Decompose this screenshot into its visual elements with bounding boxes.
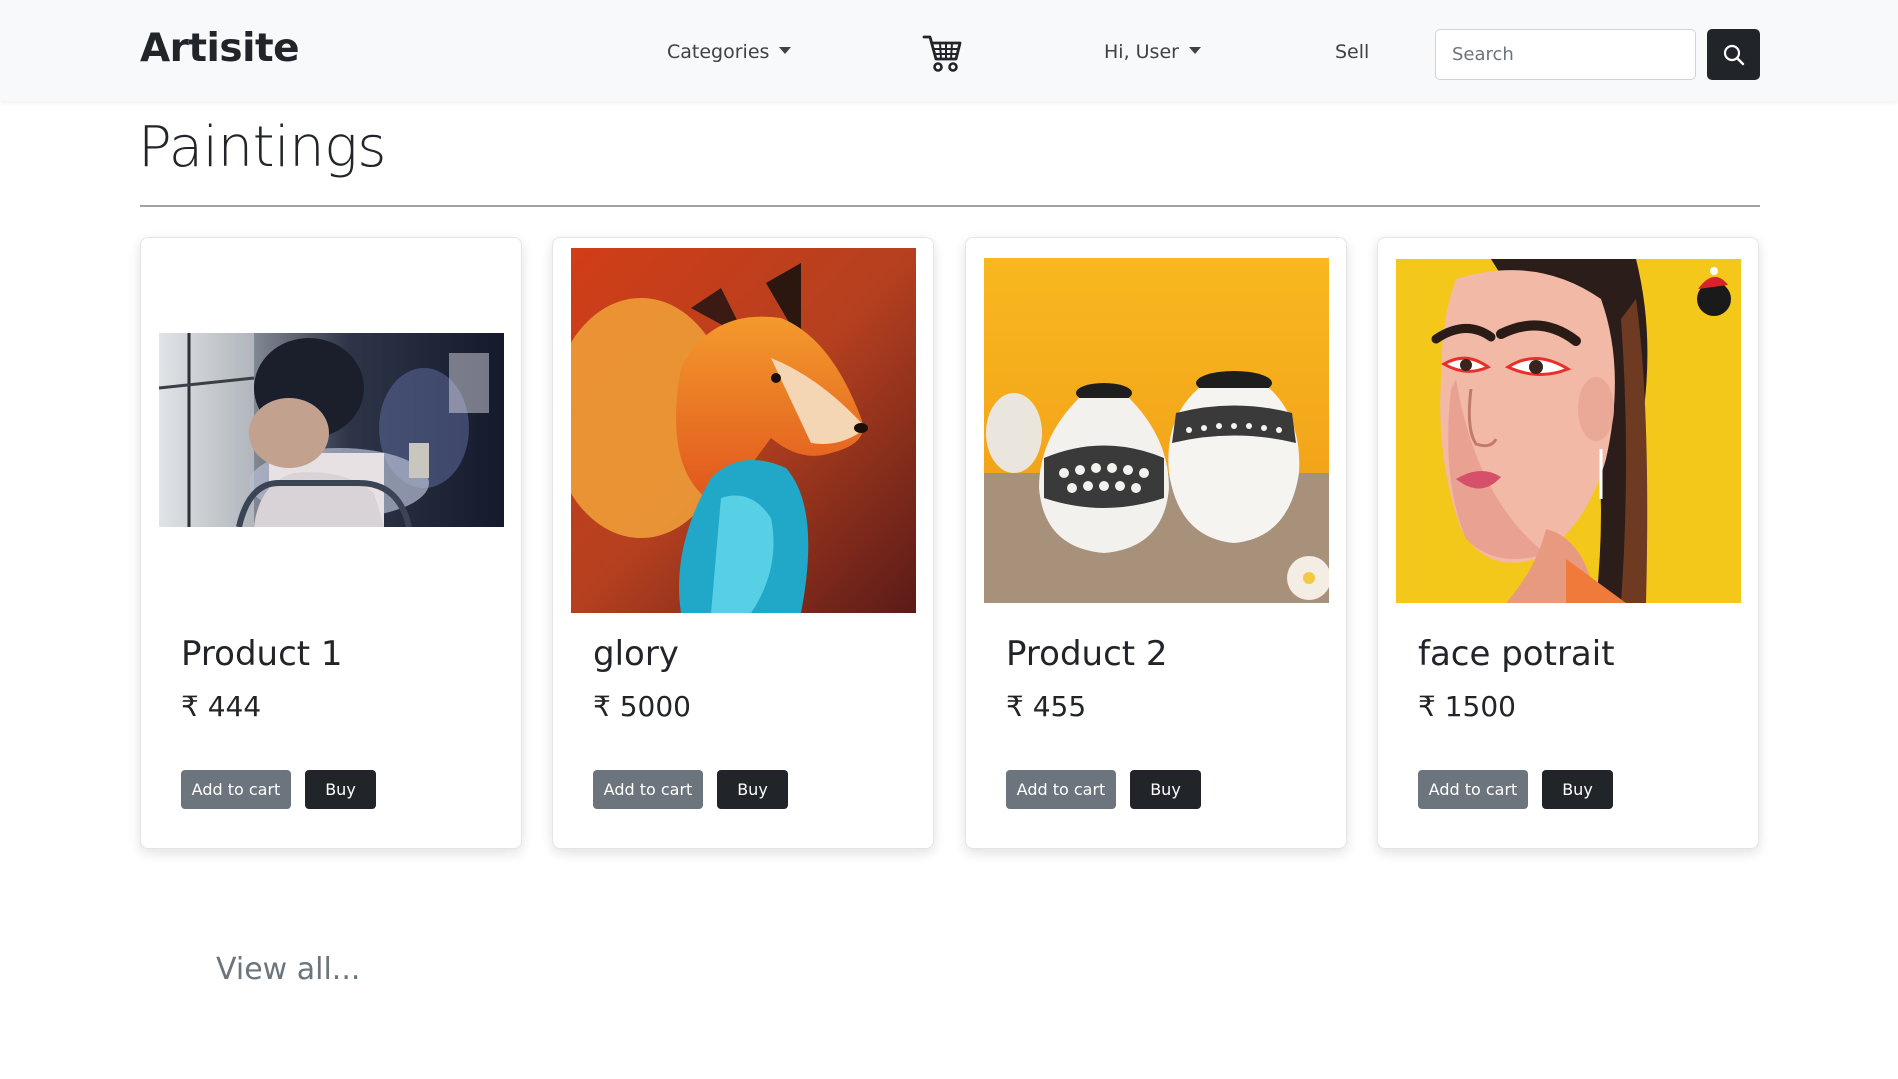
categories-dropdown[interactable]: Categories <box>667 41 792 63</box>
buy-button[interactable]: Buy <box>1542 770 1613 809</box>
product-title[interactable]: face potrait <box>1418 634 1615 674</box>
product-card: Product 1 ₹ 444 Add to cart Buy <box>140 237 522 849</box>
brand-logo[interactable]: Artisite <box>140 26 300 71</box>
search-button[interactable] <box>1707 29 1760 80</box>
cart-icon[interactable] <box>922 33 964 73</box>
product-image[interactable] <box>1396 259 1741 603</box>
user-label: Hi, User <box>1104 41 1179 63</box>
product-card: face potrait ₹ 1500 Add to cart Buy <box>1377 237 1759 849</box>
product-title[interactable]: glory <box>593 634 679 674</box>
product-image[interactable] <box>984 258 1329 603</box>
navbar: Artisite Categories Hi, User Sell <box>0 0 1898 101</box>
buy-button[interactable]: Buy <box>305 770 376 809</box>
view-all-link[interactable]: View all... <box>216 952 360 987</box>
add-to-cart-button[interactable]: Add to cart <box>181 770 291 809</box>
product-card: glory ₹ 5000 Add to cart Buy <box>552 237 934 849</box>
product-image[interactable] <box>159 333 504 527</box>
product-price: ₹ 444 <box>181 690 262 723</box>
add-to-cart-button[interactable]: Add to cart <box>1418 770 1528 809</box>
caret-down-icon <box>1188 47 1201 54</box>
caret-down-icon <box>779 47 792 54</box>
product-card: Product 2 ₹ 455 Add to cart Buy <box>965 237 1347 849</box>
categories-label: Categories <box>667 41 770 63</box>
sell-link[interactable]: Sell <box>1335 41 1369 63</box>
divider <box>140 205 1760 207</box>
search-icon <box>1723 44 1744 65</box>
add-to-cart-button[interactable]: Add to cart <box>1006 770 1116 809</box>
user-dropdown[interactable]: Hi, User <box>1104 41 1201 63</box>
buy-button[interactable]: Buy <box>1130 770 1201 809</box>
product-title[interactable]: Product 1 <box>181 634 343 674</box>
product-title[interactable]: Product 2 <box>1006 634 1168 674</box>
product-price: ₹ 5000 <box>593 690 691 723</box>
product-price: ₹ 1500 <box>1418 690 1516 723</box>
product-price: ₹ 455 <box>1006 690 1087 723</box>
page-title: Paintings <box>138 115 386 180</box>
search-input[interactable] <box>1435 29 1696 80</box>
product-image[interactable] <box>571 248 916 613</box>
add-to-cart-button[interactable]: Add to cart <box>593 770 703 809</box>
buy-button[interactable]: Buy <box>717 770 788 809</box>
